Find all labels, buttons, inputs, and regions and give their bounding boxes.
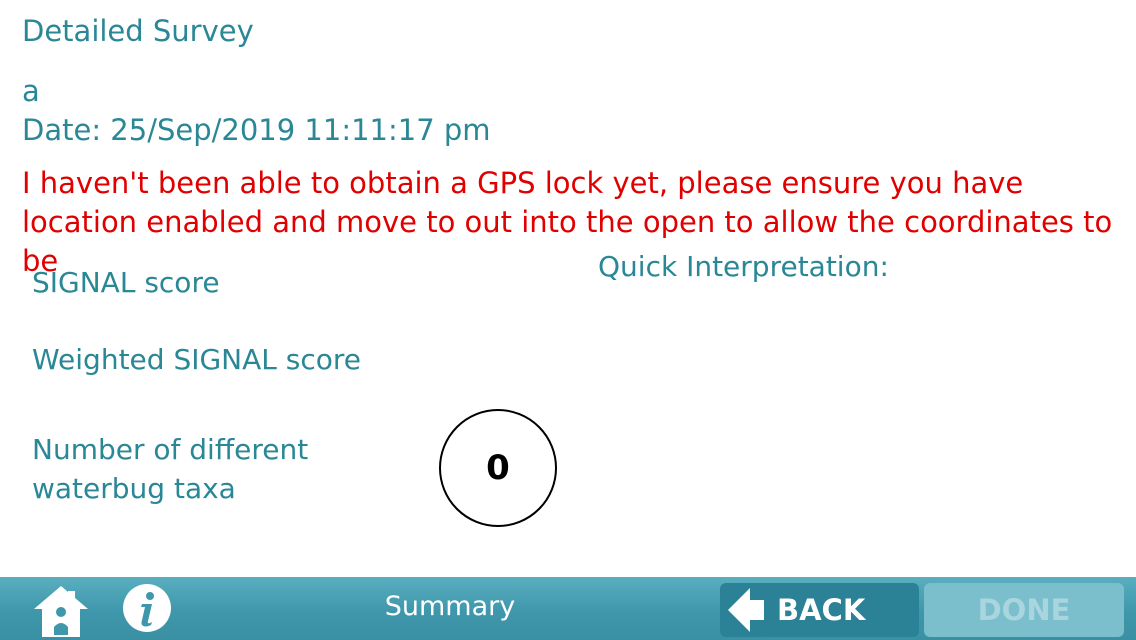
home-button[interactable]: [30, 583, 92, 639]
done-button[interactable]: DONE: [924, 583, 1124, 637]
info-icon: [123, 584, 171, 632]
info-button[interactable]: [122, 583, 172, 633]
survey-summary-screen: Detailed Survey a Date: 25/Sep/2019 11:1…: [0, 0, 1136, 640]
screen-title: Summary: [384, 591, 516, 622]
page-title: Detailed Survey: [22, 14, 254, 48]
back-button[interactable]: BACK: [720, 583, 919, 637]
done-button-label: DONE: [977, 593, 1071, 627]
taxa-count-badge: 0: [439, 409, 557, 527]
bottom-toolbar: Summary BACK DONE: [0, 577, 1136, 640]
survey-date: Date: 25/Sep/2019 11:11:17 pm: [22, 113, 491, 147]
home-icon: [34, 586, 88, 637]
gps-warning-message: I haven't been able to obtain a GPS lock…: [22, 166, 1113, 278]
taxa-count-value: 0: [486, 448, 510, 488]
back-button-label: BACK: [777, 593, 866, 627]
signal-score-label: SIGNAL score: [32, 266, 220, 299]
site-name: a: [22, 74, 40, 108]
waterbug-taxa-label: Number of different waterbug taxa: [32, 433, 309, 505]
quick-interpretation-label: Quick Interpretation:: [598, 250, 889, 283]
weighted-signal-score-label: Weighted SIGNAL score: [32, 343, 362, 376]
back-arrow-icon: [728, 588, 764, 632]
